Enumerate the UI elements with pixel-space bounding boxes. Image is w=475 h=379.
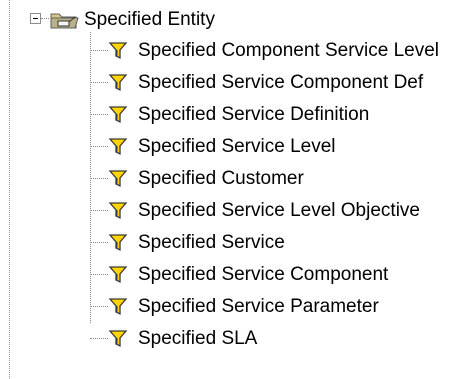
filter-icon [108, 297, 128, 317]
tree-node-specified-entity[interactable]: Specified Entity [30, 9, 470, 35]
root-connector-line [41, 18, 49, 19]
child-connector-line [90, 306, 108, 307]
tree-node-specified-service-level[interactable]: Specified Service Level [90, 136, 475, 166]
tree-node-label: Specified Service Component Def [138, 72, 424, 93]
child-connector-line [90, 338, 108, 339]
filter-icon [108, 73, 128, 93]
tree-node-specified-sla[interactable]: Specified SLA [90, 328, 475, 358]
filter-icon [108, 169, 128, 189]
tree-node-label: Specified Service Parameter [138, 296, 379, 317]
filter-icon [108, 201, 128, 221]
filter-icon [108, 265, 128, 285]
tree-node-specified-service-definition[interactable]: Specified Service Definition [90, 104, 475, 134]
child-connector-line [90, 82, 108, 83]
tree-node-label: Specified Customer [138, 168, 304, 189]
child-connector-line [90, 146, 108, 147]
filter-icon [108, 137, 128, 157]
tree-node-specified-service[interactable]: Specified Service [90, 232, 475, 262]
tree-node-children: Specified Component Service Level Specif… [60, 32, 475, 379]
child-connector-line [90, 242, 108, 243]
tree-node-label: Specified Service Component [138, 264, 389, 285]
tree-node-label: Specified Service Level [138, 136, 336, 157]
tree-node-label: Specified Service Definition [138, 104, 370, 125]
tree-node-label: Specified Component Service Level [138, 40, 440, 61]
tree-node-specified-service-component[interactable]: Specified Service Component [90, 264, 475, 294]
child-connector-line [90, 114, 108, 115]
tree-node-specified-service-parameter[interactable]: Specified Service Parameter [90, 296, 475, 326]
tree-node-specified-service-level-objective[interactable]: Specified Service Level Objective [90, 200, 475, 230]
filter-icon [108, 105, 128, 125]
child-connector-line [90, 178, 108, 179]
collapse-expander-icon[interactable] [30, 13, 41, 24]
child-connector-line [90, 50, 108, 51]
child-connector-line [90, 274, 108, 275]
tree-node-label: Specified Entity [84, 9, 215, 30]
tree-node-specified-component-service-level[interactable]: Specified Component Service Level [90, 40, 475, 70]
tree-node-specified-service-component-def[interactable]: Specified Service Component Def [90, 72, 475, 102]
tree-node-label: Specified Service Level Objective [138, 200, 420, 221]
tree-node-label: Specified Service [138, 232, 285, 253]
tree-node-specified-customer[interactable]: Specified Customer [90, 168, 475, 198]
tree-node-label: Specified SLA [138, 328, 258, 349]
child-connector-line [90, 210, 108, 211]
folder-icon [49, 9, 81, 31]
filter-icon [108, 329, 128, 349]
tree-view[interactable]: Specified Entity Specified Component Ser… [0, 0, 475, 379]
filter-icon [108, 41, 128, 61]
filter-icon [108, 233, 128, 253]
